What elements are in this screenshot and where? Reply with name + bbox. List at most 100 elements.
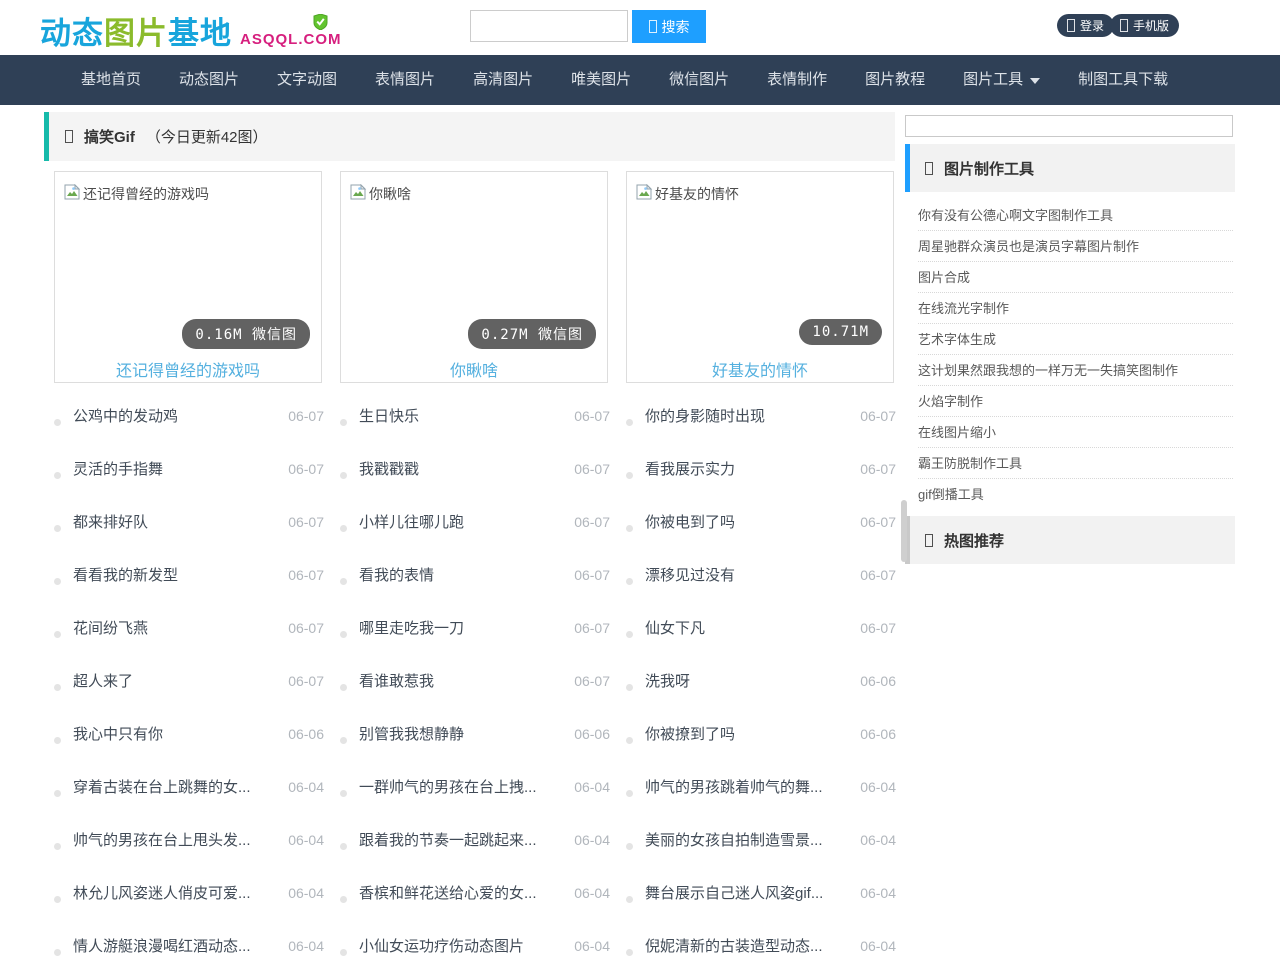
nav-item-1[interactable]: 基地首页 xyxy=(62,55,160,105)
tool-link[interactable]: 艺术字体生成 xyxy=(918,324,1233,355)
list-item[interactable]: 一群帅气的男孩在台上拽...06-04 xyxy=(340,760,610,813)
list-item[interactable]: 你的身影随时出现06-07 xyxy=(626,389,896,442)
list-item[interactable]: 倪妮清新的古装造型动态...06-04 xyxy=(626,919,896,960)
list-item[interactable]: 生日快乐06-07 xyxy=(340,389,610,442)
list-item[interactable]: 帅气的男孩在台上甩头发...06-04 xyxy=(54,813,324,866)
list-item-title[interactable]: 舞台展示自己迷人风姿gif... xyxy=(645,882,854,903)
card-title-link[interactable]: 你瞅啥 xyxy=(341,357,607,381)
list-item[interactable]: 看谁敢惹我06-07 xyxy=(340,654,610,707)
list-item[interactable]: 漂移见过没有06-07 xyxy=(626,548,896,601)
mobile-version-button[interactable]: 手机版 xyxy=(1110,14,1179,37)
nav-item-11[interactable]: 制图工具下载 xyxy=(1059,55,1187,105)
list-item-title[interactable]: 你被撩到了吗 xyxy=(645,723,854,744)
list-item-title[interactable]: 跟着我的节奏一起跳起来... xyxy=(359,829,568,850)
list-item[interactable]: 美丽的女孩自拍制造雪景...06-04 xyxy=(626,813,896,866)
list-item-title[interactable]: 香槟和鲜花送给心爱的女... xyxy=(359,882,568,903)
list-item[interactable]: 仙女下凡06-07 xyxy=(626,601,896,654)
search-button[interactable]: 搜索 xyxy=(632,10,706,43)
list-item-title[interactable]: 小样儿往哪儿跑 xyxy=(359,511,568,532)
nav-item-8[interactable]: 表情制作 xyxy=(748,55,846,105)
scrollbar-thumb[interactable] xyxy=(901,500,907,562)
sidebar-search-input[interactable] xyxy=(905,115,1233,137)
list-item[interactable]: 小仙女运功疗伤动态图片06-04 xyxy=(340,919,610,960)
list-item[interactable]: 我戳戳戳06-07 xyxy=(340,442,610,495)
list-item-title[interactable]: 看我展示实力 xyxy=(645,458,854,479)
nav-item-10[interactable]: 图片工具 xyxy=(944,55,1059,105)
list-item[interactable]: 公鸡中的发动鸡06-07 xyxy=(54,389,324,442)
list-item[interactable]: 你被撩到了吗06-06 xyxy=(626,707,896,760)
list-item[interactable]: 我心中只有你06-06 xyxy=(54,707,324,760)
tool-link[interactable]: 在线流光字制作 xyxy=(918,293,1233,324)
list-item-title[interactable]: 你的身影随时出现 xyxy=(645,405,854,426)
list-item-title[interactable]: 漂移见过没有 xyxy=(645,564,854,585)
nav-item-9[interactable]: 图片教程 xyxy=(846,55,944,105)
list-item-title[interactable]: 灵活的手指舞 xyxy=(73,458,282,479)
list-item[interactable]: 林允儿风姿迷人俏皮可爱...06-04 xyxy=(54,866,324,919)
list-item-title[interactable]: 穿着古装在台上跳舞的女... xyxy=(73,776,282,797)
list-item-title[interactable]: 一群帅气的男孩在台上拽... xyxy=(359,776,568,797)
list-item-title[interactable]: 哪里走吃我一刀 xyxy=(359,617,568,638)
list-item-title[interactable]: 都来排好队 xyxy=(73,511,282,532)
nav-item-4[interactable]: 表情图片 xyxy=(356,55,454,105)
card-title-link[interactable]: 还记得曾经的游戏吗 xyxy=(55,357,321,381)
list-item[interactable]: 超人来了06-07 xyxy=(54,654,324,707)
tool-link[interactable]: 你有没有公德心啊文字图制作工具 xyxy=(918,200,1233,231)
list-item[interactable]: 小样儿往哪儿跑06-07 xyxy=(340,495,610,548)
search-input[interactable] xyxy=(470,10,628,42)
list-item-title[interactable]: 情人游艇浪漫喝红酒动态... xyxy=(73,935,282,956)
list-item[interactable]: 花间纷飞燕06-07 xyxy=(54,601,324,654)
tool-link[interactable]: 在线图片缩小 xyxy=(918,417,1233,448)
list-item-title[interactable]: 我心中只有你 xyxy=(73,723,282,744)
tool-link[interactable]: gif倒播工具 xyxy=(918,479,1233,510)
login-button[interactable]: 登录 xyxy=(1057,14,1114,37)
list-item-title[interactable]: 倪妮清新的古装造型动态... xyxy=(645,935,854,956)
list-item-title[interactable]: 花间纷飞燕 xyxy=(73,617,282,638)
list-item-title[interactable]: 小仙女运功疗伤动态图片 xyxy=(359,935,568,956)
list-item[interactable]: 看看我的新发型06-07 xyxy=(54,548,324,601)
list-item[interactable]: 情人游艇浪漫喝红酒动态...06-04 xyxy=(54,919,324,960)
list-item-title[interactable]: 林允儿风姿迷人俏皮可爱... xyxy=(73,882,282,903)
list-item[interactable]: 舞台展示自己迷人风姿gif...06-04 xyxy=(626,866,896,919)
list-item-title[interactable]: 仙女下凡 xyxy=(645,617,854,638)
list-item[interactable]: 灵活的手指舞06-07 xyxy=(54,442,324,495)
list-item-title[interactable]: 看看我的新发型 xyxy=(73,564,282,585)
tool-link[interactable]: 图片合成 xyxy=(918,262,1233,293)
list-item-title[interactable]: 看谁敢惹我 xyxy=(359,670,568,691)
list-item[interactable]: 洗我呀06-06 xyxy=(626,654,896,707)
list-item-title[interactable]: 帅气的男孩跳着帅气的舞... xyxy=(645,776,854,797)
image-card[interactable]: 还记得曾经的游戏吗0.16M 微信图还记得曾经的游戏吗 xyxy=(54,171,322,383)
list-item-title[interactable]: 帅气的男孩在台上甩头发... xyxy=(73,829,282,850)
list-item-title[interactable]: 洗我呀 xyxy=(645,670,854,691)
card-title-link[interactable]: 好基友的情怀 xyxy=(627,357,893,381)
list-item-title[interactable]: 你被电到了吗 xyxy=(645,511,854,532)
list-item-title[interactable]: 美丽的女孩自拍制造雪景... xyxy=(645,829,854,850)
image-card[interactable]: 你瞅啥0.27M 微信图你瞅啥 xyxy=(340,171,608,383)
nav-item-7[interactable]: 微信图片 xyxy=(650,55,748,105)
list-item[interactable]: 看我展示实力06-07 xyxy=(626,442,896,495)
list-item-title[interactable]: 看我的表情 xyxy=(359,564,568,585)
site-logo[interactable]: 动态图片基地 ASQQL.COM xyxy=(40,8,342,53)
tool-link[interactable]: 霸王防脱制作工具 xyxy=(918,448,1233,479)
nav-item-6[interactable]: 唯美图片 xyxy=(552,55,650,105)
list-item[interactable]: 都来排好队06-07 xyxy=(54,495,324,548)
list-item[interactable]: 香槟和鲜花送给心爱的女...06-04 xyxy=(340,866,610,919)
list-item[interactable]: 你被电到了吗06-07 xyxy=(626,495,896,548)
tool-link[interactable]: 火焰字制作 xyxy=(918,386,1233,417)
image-card[interactable]: 好基友的情怀10.71M好基友的情怀 xyxy=(626,171,894,383)
list-item[interactable]: 跟着我的节奏一起跳起来...06-04 xyxy=(340,813,610,866)
nav-item-5[interactable]: 高清图片 xyxy=(454,55,552,105)
list-item[interactable]: 别管我我想静静06-06 xyxy=(340,707,610,760)
list-item-title[interactable]: 生日快乐 xyxy=(359,405,568,426)
nav-item-3[interactable]: 文字动图 xyxy=(258,55,356,105)
list-item[interactable]: 帅气的男孩跳着帅气的舞...06-04 xyxy=(626,760,896,813)
list-item[interactable]: 哪里走吃我一刀06-07 xyxy=(340,601,610,654)
list-item-title[interactable]: 别管我我想静静 xyxy=(359,723,568,744)
list-item-title[interactable]: 我戳戳戳 xyxy=(359,458,568,479)
tool-link[interactable]: 周星驰群众演员也是演员字幕图片制作 xyxy=(918,231,1233,262)
list-item[interactable]: 穿着古装在台上跳舞的女...06-04 xyxy=(54,760,324,813)
list-item-title[interactable]: 超人来了 xyxy=(73,670,282,691)
tool-link[interactable]: 这计划果然跟我想的一样万无一失搞笑图制作 xyxy=(918,355,1233,386)
nav-item-2[interactable]: 动态图片 xyxy=(160,55,258,105)
list-item[interactable]: 看我的表情06-07 xyxy=(340,548,610,601)
list-item-title[interactable]: 公鸡中的发动鸡 xyxy=(73,405,282,426)
